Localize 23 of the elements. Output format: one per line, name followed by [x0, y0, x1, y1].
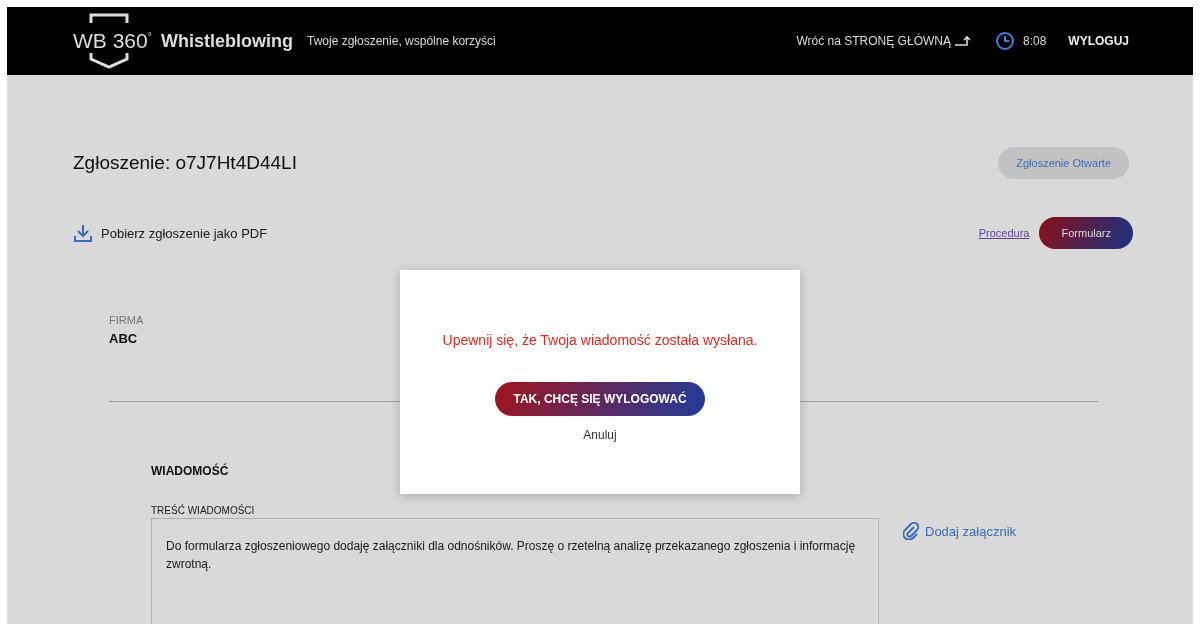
home-link[interactable]: Wróć na STRONĘ GŁÓWNĄ — [796, 34, 951, 48]
company-value: ABC — [109, 331, 138, 346]
tagline: Twoje zgłoszenie, wspólne korzyści — [307, 34, 496, 48]
return-arrow-icon — [954, 35, 973, 47]
warning-message: Upewnij się, że Twoja wiadomość została wysłana. — [442, 332, 758, 348]
status-badge: Zgłoszenie Otwarte — [998, 147, 1129, 179]
form-button[interactable]: Formularz — [1039, 217, 1133, 249]
company-label: FIRMA — [109, 314, 144, 326]
download-icon[interactable] — [73, 223, 93, 243]
section-title: WIADOMOŚĆ — [151, 464, 229, 478]
confirm-logout-button[interactable]: TAK, CHCĘ SIĘ WYLOGOWAĆ — [495, 382, 705, 416]
cancel-link[interactable]: Anuluj — [583, 428, 617, 442]
message-textarea[interactable]: Do formularza zgłoszeniowego dodaję załączniki dla odnośników. Proszę o rzetelną analizę przekazanego zgłoszenia i informację zwrotną. — [151, 518, 879, 624]
session-time: 8:08 — [1022, 34, 1047, 48]
add-attachment-link[interactable]: Dodaj załącznik — [925, 523, 1017, 539]
paperclip-icon — [903, 522, 919, 540]
brand-name: Whistleblowing — [161, 30, 293, 52]
download-pdf-link[interactable]: Pobierz zgłoszenie jako PDF — [101, 225, 268, 241]
field-label: TREŚĆ WIADOMOŚCI — [151, 505, 255, 516]
clock-icon — [994, 31, 1015, 51]
logout-button[interactable]: WYLOGUJ — [1064, 30, 1133, 52]
procedure-link[interactable]: Procedura — [978, 227, 1030, 239]
report-title: Zgłoszenie: o7J7Ht4D44LI — [73, 152, 297, 174]
